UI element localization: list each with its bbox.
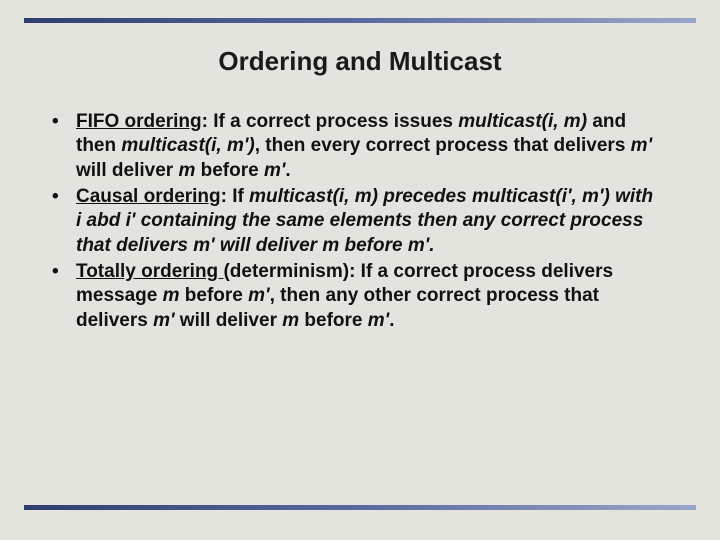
text-ital: m <box>178 160 195 181</box>
text-ital: multicast(i, m) <box>458 111 587 132</box>
text: before <box>195 160 264 181</box>
bullet-total: Totally ordering (determinism): If a cor… <box>48 260 660 333</box>
text: will deliver <box>175 310 283 331</box>
term-fifo: FIFO ordering <box>76 111 202 132</box>
text-ital: m' <box>631 135 652 156</box>
text-ital: multicast(i, m') <box>121 135 254 156</box>
text: : If a correct process issues <box>202 111 459 132</box>
bullet-fifo: FIFO ordering: If a correct process issu… <box>48 110 660 183</box>
text-ital: m <box>163 285 180 306</box>
term-total: Totally ordering <box>76 261 223 282</box>
text: before <box>180 285 249 306</box>
slide-title: Ordering and Multicast <box>0 46 720 77</box>
text-ital: m' <box>153 310 174 331</box>
bottom-divider <box>24 505 696 510</box>
text-ital: m' <box>368 310 389 331</box>
text: : If <box>221 186 250 207</box>
bullet-causal: Causal ordering: If multicast(i, m) prec… <box>48 185 660 258</box>
text-ital: m' <box>248 285 269 306</box>
text: . <box>389 310 394 331</box>
text-ital: m' <box>264 160 285 181</box>
text-ital: m <box>282 310 299 331</box>
text: will deliver <box>76 160 178 181</box>
top-divider <box>24 18 696 23</box>
text: , then every correct process that delive… <box>255 135 631 156</box>
slide-content: FIFO ordering: If a correct process issu… <box>48 110 660 335</box>
term-causal: Causal ordering <box>76 186 221 207</box>
slide: Ordering and Multicast FIFO ordering: If… <box>0 0 720 540</box>
text: before <box>299 310 368 331</box>
text: . <box>285 160 290 181</box>
